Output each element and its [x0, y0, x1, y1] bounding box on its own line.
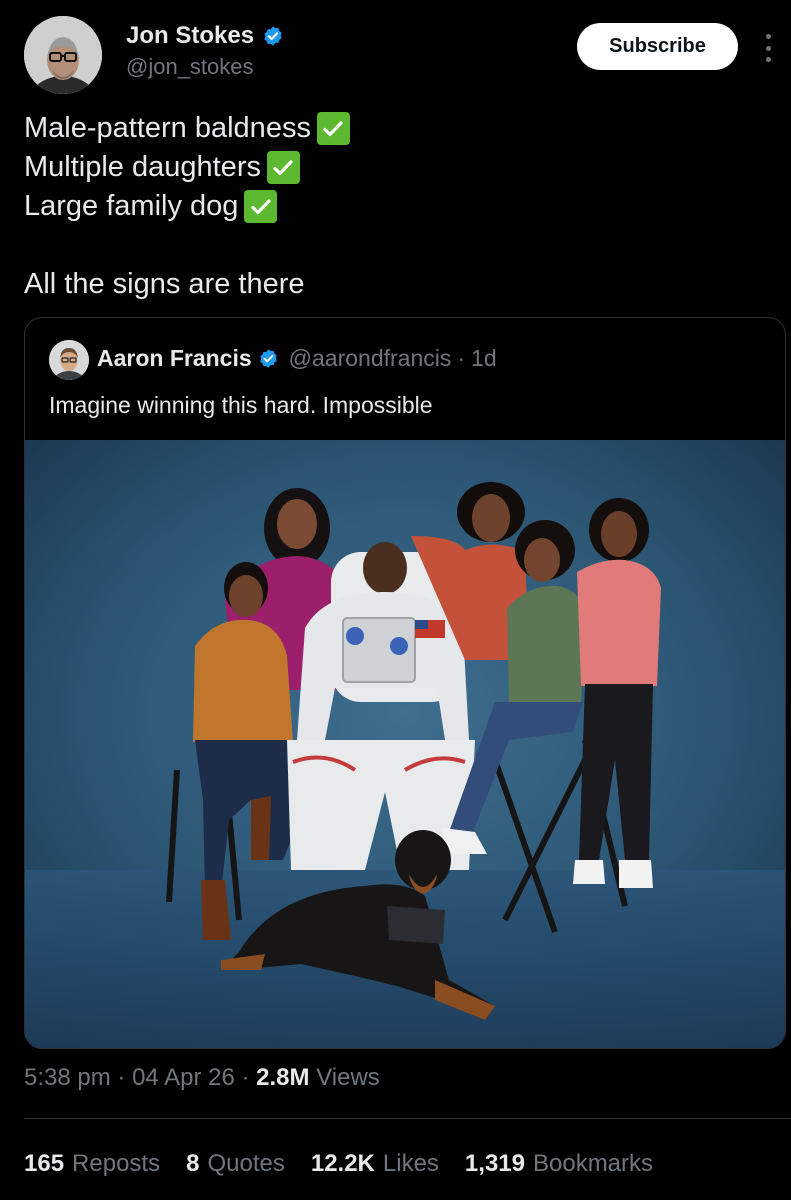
check-mark-icon [266, 151, 300, 184]
bookmarks-stat[interactable]: 1,319 Bookmarks [465, 1150, 653, 1178]
check-mark-icon [316, 112, 350, 145]
quoted-tweet-card[interactable]: Aaron Francis @aarondfrancis · 1d Imagin… [24, 317, 786, 1049]
separator-dot: · [457, 345, 466, 371]
views-label: Views [316, 1064, 380, 1091]
check-mark-icon [244, 190, 278, 223]
quoted-handle[interactable]: @aarondfrancis [289, 345, 452, 372]
quoted-age[interactable]: 1d [471, 345, 497, 372]
quoted-photo[interactable] [25, 440, 785, 1048]
bookmarks-count: 1,319 [464, 1150, 525, 1177]
tweet-line-3: Large family dog [24, 190, 278, 223]
verified-badge-icon [258, 348, 279, 369]
more-vertical-icon[interactable] [760, 34, 776, 62]
tweet-line-1: Male-pattern baldness [24, 112, 350, 145]
quotes-count: 8 [186, 1150, 200, 1177]
tweet-line-text: Male-pattern baldness [24, 112, 311, 144]
tweet-line-2: Multiple daughters [24, 151, 300, 184]
likes-stat[interactable]: 12.2K Likes [311, 1150, 439, 1178]
tweet-closing-line: All the signs are there [24, 268, 304, 301]
separator-dot: · [241, 1064, 257, 1091]
views-count: 2.8M [256, 1064, 310, 1091]
quotes-stat[interactable]: 8 Quotes [186, 1150, 285, 1178]
tweet-date[interactable]: 04 Apr 26 [132, 1064, 235, 1091]
reposts-count: 165 [24, 1150, 65, 1177]
profile-photo-icon [49, 340, 89, 380]
likes-count: 12.2K [310, 1150, 375, 1177]
reposts-stat[interactable]: 165 Reposts [24, 1150, 160, 1178]
separator-dot: · [117, 1064, 133, 1091]
tweet-line-text: Large family dog [24, 190, 239, 222]
quoted-author-row[interactable]: Aaron Francis @aarondfrancis · 1d [97, 345, 497, 372]
verified-badge-icon [262, 25, 284, 47]
quoted-author-avatar[interactable] [49, 340, 89, 380]
tweet-detail: Jon Stokes @jon_stokes Subscribe Male-pa… [0, 0, 791, 1200]
tweet-time[interactable]: 5:38 pm [24, 1064, 111, 1091]
tweet-line-text: Multiple daughters [24, 151, 261, 183]
quoted-display-name[interactable]: Aaron Francis [97, 345, 252, 372]
divider [24, 1118, 791, 1119]
author-display-name[interactable]: Jon Stokes [126, 22, 254, 50]
author-name-row[interactable]: Jon Stokes [126, 22, 284, 50]
family-photo-icon [25, 440, 785, 1048]
subscribe-button[interactable]: Subscribe [577, 23, 738, 70]
bookmarks-label: Bookmarks [532, 1150, 654, 1177]
quotes-label: Quotes [207, 1150, 285, 1177]
author-handle[interactable]: @jon_stokes [126, 54, 254, 80]
engagement-stats: 165 Reposts 8 Quotes 12.2K Likes 1,319 Bookm… [24, 1150, 653, 1178]
tweet-closing-text: All the signs are there [24, 268, 305, 300]
reposts-label: Reposts [72, 1150, 161, 1177]
profile-photo-icon [24, 16, 102, 94]
author-avatar[interactable] [24, 16, 102, 94]
quoted-tweet-text: Imagine winning this hard. Impossible [49, 392, 433, 418]
tweet-timestamp[interactable]: 5:38 pm · 04 Apr 26 · 2.8M Views [24, 1064, 380, 1092]
likes-label: Likes [382, 1150, 439, 1177]
